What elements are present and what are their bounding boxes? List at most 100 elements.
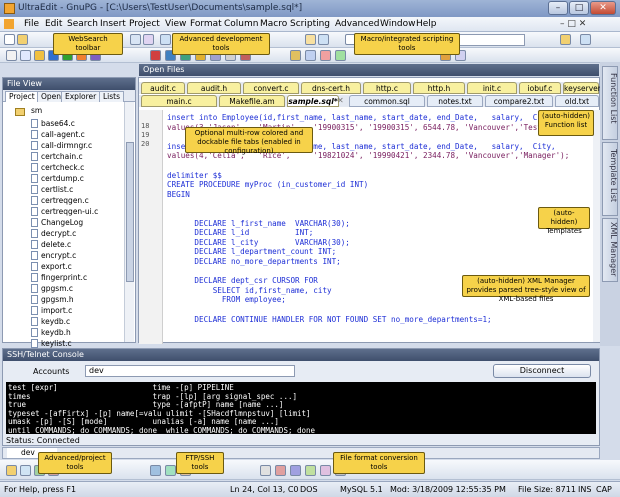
menu-search[interactable]: Search (67, 19, 98, 29)
file-icon (31, 207, 38, 216)
code-line: DECLARE l_department_count INT; (167, 247, 337, 257)
file-list-item[interactable]: fingerprint.c (41, 272, 87, 283)
console-output[interactable]: test [expr] time -[p] PIPELINE times trap… (6, 382, 596, 434)
tab-audit-h[interactable]: audit.h (187, 82, 241, 94)
menu-window[interactable]: Window (380, 19, 416, 29)
tab-makefile[interactable]: Makefile.am (219, 95, 285, 107)
menu-help[interactable]: Help (416, 19, 437, 29)
maximize-button[interactable]: □ (569, 1, 589, 15)
ftp-download-icon[interactable] (165, 465, 176, 476)
macro-play-icon[interactable] (290, 50, 301, 61)
cut-icon[interactable] (160, 34, 171, 45)
xml-manager-tab[interactable]: XML Manager (602, 218, 618, 282)
file-list-item[interactable]: delete.c (41, 239, 71, 250)
file-list-item[interactable]: import.c (41, 305, 72, 316)
menu-view[interactable]: View (165, 19, 186, 29)
script-icon[interactable] (320, 50, 331, 61)
menu-edit[interactable]: Edit (45, 19, 62, 29)
file-icon (31, 328, 38, 337)
file-icon (31, 174, 38, 183)
open-folder-icon[interactable] (17, 34, 28, 45)
file-list-item[interactable]: decrypt.c (41, 228, 76, 239)
replace-icon[interactable] (318, 34, 329, 45)
file-list-item[interactable]: gpgsm.h (41, 294, 74, 305)
tab-audit-c[interactable]: audit.c (141, 82, 185, 94)
code-line: insert into Employee(id,first_name, last… (167, 113, 556, 122)
file-list-item[interactable]: certchain.c (41, 151, 83, 162)
new-file-icon[interactable] (4, 34, 15, 45)
file-list-item[interactable]: base64.c (41, 118, 75, 129)
file-list-item[interactable]: certreqgen-ui.c (41, 206, 98, 217)
tab-lists[interactable]: Lists (99, 91, 125, 102)
script-run-icon[interactable] (335, 50, 346, 61)
utf8-icon[interactable] (305, 465, 316, 476)
file-list-item[interactable]: ChangeLog (41, 217, 83, 228)
menu-insert[interactable]: Insert (100, 19, 126, 29)
menu-column[interactable]: Column (224, 19, 258, 29)
menu-macro[interactable]: Macro (260, 19, 287, 29)
minimize-button[interactable]: – (548, 1, 568, 15)
google-icon[interactable] (6, 50, 17, 61)
scroll-thumb[interactable] (126, 142, 134, 282)
file-list-item[interactable]: export.c (41, 261, 72, 272)
file-list-item[interactable]: certdump.c (41, 173, 84, 184)
tab-init-c[interactable]: init.c (467, 82, 517, 94)
save-icon[interactable] (143, 34, 154, 45)
file-view-scrollbar[interactable] (124, 102, 134, 342)
folder-label[interactable]: sm (31, 106, 42, 115)
function-list-label: Function List (609, 73, 618, 124)
close-tab-icon[interactable]: ✕ (337, 96, 344, 105)
file-list-item[interactable]: certlist.c (41, 184, 73, 195)
tab-main-c[interactable]: main.c (141, 95, 217, 107)
dos-unix-icon[interactable] (260, 465, 271, 476)
accounts-select[interactable]: dev (85, 365, 295, 377)
file-list-item[interactable]: certcheck.c (41, 162, 84, 173)
print-icon[interactable] (130, 34, 141, 45)
ftp-upload-icon[interactable] (150, 465, 161, 476)
file-list-item[interactable]: call-agent.c (41, 129, 85, 140)
project-save-icon[interactable] (20, 465, 31, 476)
wikipedia-icon[interactable] (20, 50, 31, 61)
menu-scripting[interactable]: Scripting (290, 19, 330, 29)
tab-http-c[interactable]: http.c (363, 82, 411, 94)
tab-dns-cert-h[interactable]: dns-cert.h (301, 82, 361, 94)
file-list-item[interactable]: encrypt.c (41, 250, 76, 261)
ascii-icon[interactable] (290, 465, 301, 476)
menu-format[interactable]: Format (190, 19, 222, 29)
file-list-item[interactable]: keydb.c (41, 316, 70, 327)
file-list-item[interactable]: certreqgen.c (41, 195, 89, 206)
template-list-tab[interactable]: Template List (602, 142, 618, 216)
menu-file[interactable]: File (24, 19, 39, 29)
mdi-controls[interactable]: – □ ✕ (560, 19, 586, 29)
ebcdic-icon[interactable] (320, 465, 331, 476)
close-button[interactable]: ✕ (590, 1, 616, 15)
function-list-tab[interactable]: Function List (602, 66, 618, 140)
project-open-icon[interactable] (6, 465, 17, 476)
tab-convert-c[interactable]: convert.c (243, 82, 299, 94)
tab-compare2-txt[interactable]: compare2.txt (485, 95, 553, 107)
menu-project[interactable]: Project (129, 19, 160, 29)
menu-bar: File Edit Search Insert Project View For… (0, 17, 620, 32)
tab-sample-sql[interactable]: sample.sql* (287, 95, 339, 107)
tab-notes-txt[interactable]: notes.txt (427, 95, 483, 107)
tab-explorer[interactable]: Explorer (61, 91, 101, 102)
tab-keyserver-h[interactable]: keyserver.h (563, 82, 607, 94)
file-list-item[interactable]: call-dirmngr.c (41, 140, 92, 151)
unicode-icon[interactable] (275, 465, 286, 476)
disconnect-button[interactable]: Disconnect (493, 364, 591, 378)
macro-record-icon[interactable] (305, 50, 316, 61)
settings-icon[interactable] (580, 34, 591, 45)
menu-advanced[interactable]: Advanced (335, 19, 379, 29)
run-icon[interactable] (150, 50, 161, 61)
tab-iobuf-c[interactable]: iobuf.c (519, 82, 561, 94)
find-icon[interactable] (305, 34, 316, 45)
tab-project[interactable]: Project (5, 91, 39, 102)
macro-icon[interactable] (560, 34, 571, 45)
tab-http-h[interactable]: http.h (413, 82, 465, 94)
file-list-item[interactable]: gpgsm.c (41, 283, 73, 294)
tab-common-sql[interactable]: common.sql (349, 95, 425, 107)
tab-old-txt[interactable]: old.txt (555, 95, 599, 107)
doc-icon[interactable] (4, 19, 14, 29)
websearch-icon[interactable] (34, 50, 45, 61)
file-list-item[interactable]: keydb.h (41, 327, 71, 338)
